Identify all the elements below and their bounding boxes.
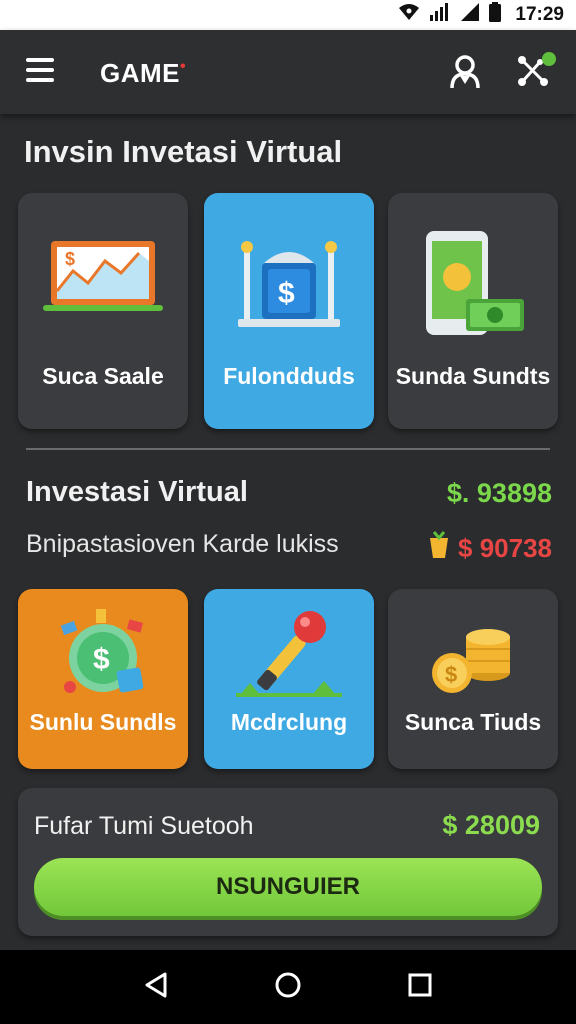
joystick-icon bbox=[204, 603, 374, 703]
app-bar: GAME• bbox=[0, 30, 576, 114]
svg-text:$: $ bbox=[93, 643, 110, 676]
bank-dollar-icon: $ bbox=[204, 231, 374, 341]
game-card-sunca-tiuds[interactable]: $ Sunca Tiuds bbox=[388, 589, 558, 769]
notification-badge bbox=[542, 52, 556, 66]
app-title: GAME• bbox=[100, 58, 186, 89]
signal-icon bbox=[429, 2, 451, 28]
card-label: Sunda Sundts bbox=[395, 363, 551, 389]
summary-amount: $ 28009 bbox=[442, 810, 540, 840]
back-icon[interactable] bbox=[141, 970, 171, 1005]
divider bbox=[26, 448, 550, 450]
game-card-label: Mcdrclung bbox=[230, 709, 348, 735]
trophy-icon bbox=[426, 530, 452, 567]
investasi-sub-amount: $ 90738 bbox=[458, 533, 552, 563]
game-card-label: Sunca Tiuds bbox=[404, 709, 542, 735]
app-title-text: GAME bbox=[100, 58, 180, 88]
system-nav-bar bbox=[0, 950, 576, 1024]
card-label: Suca Saale bbox=[42, 363, 164, 389]
menu-icon[interactable] bbox=[26, 58, 54, 82]
game-card-mcdrclung[interactable]: Mcdrclung bbox=[204, 589, 374, 769]
battery-icon bbox=[489, 2, 502, 28]
investasi-title: Investasi Virtual bbox=[26, 476, 248, 508]
card-sunda-sundts[interactable]: Sunda Sundts bbox=[388, 193, 558, 429]
recents-icon[interactable] bbox=[405, 970, 435, 1005]
game-card-sunlu-sundls[interactable]: $ Sunlu Sundls bbox=[18, 589, 188, 769]
investasi-subtitle: Bnipastasioven Karde lukiss bbox=[26, 530, 339, 558]
home-icon[interactable] bbox=[273, 970, 303, 1005]
game-card-label: Sunlu Sundls bbox=[29, 709, 177, 735]
card-fulondduds[interactable]: $ Fulondduds bbox=[204, 193, 374, 429]
profile-icon[interactable] bbox=[448, 54, 482, 95]
coin-stack-icon: $ bbox=[388, 603, 558, 703]
app-title-mark: • bbox=[180, 58, 187, 75]
money-globe-icon: $ bbox=[18, 603, 188, 703]
status-time: 17:29 bbox=[515, 4, 564, 25]
svg-text:$: $ bbox=[278, 277, 295, 310]
section-title: Invsin Invetasi Virtual bbox=[24, 134, 343, 169]
card-suca-saale[interactable]: $ Suca Saale bbox=[18, 193, 188, 429]
investasi-amount: $. 93898 bbox=[446, 478, 552, 508]
signal-icon-2 bbox=[459, 2, 481, 28]
primary-action-button[interactable]: NSUNGUIER bbox=[34, 858, 542, 916]
summary-panel: Fufar Tumi Suetooh $ 28009 NSUNGUIER bbox=[18, 788, 558, 936]
chart-board-icon: $ bbox=[18, 231, 188, 341]
svg-text:$: $ bbox=[65, 249, 75, 269]
phone-cash-icon bbox=[388, 231, 558, 341]
status-bar: 17:29 bbox=[0, 0, 576, 30]
investasi-sub-amount-wrap: $ 90738 bbox=[426, 530, 552, 567]
wifi-icon bbox=[397, 2, 421, 28]
summary-label: Fufar Tumi Suetooh bbox=[34, 812, 254, 840]
svg-text:$: $ bbox=[445, 662, 457, 687]
card-label: Fulondduds bbox=[223, 363, 355, 389]
